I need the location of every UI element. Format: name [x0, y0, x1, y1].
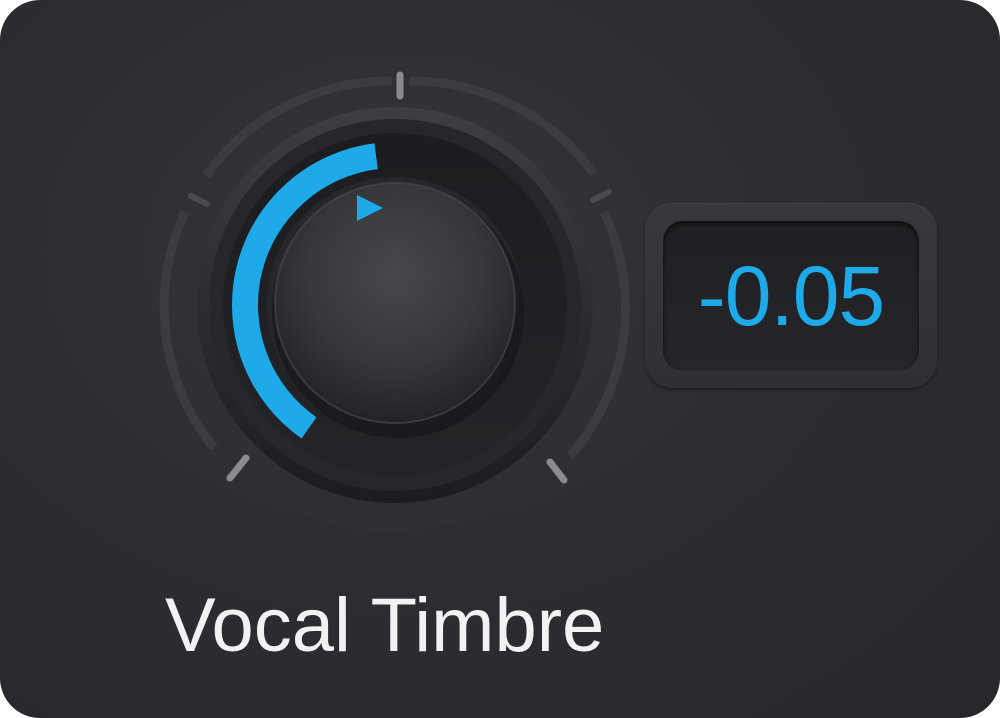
parameter-label: Vocal Timbre	[165, 583, 605, 668]
plugin-panel: -0.05 Vocal Timbre	[0, 0, 1000, 718]
value-display[interactable]: -0.05	[645, 203, 937, 388]
knob-cap[interactable]	[275, 183, 515, 423]
value-display-screen: -0.05	[663, 221, 919, 371]
value-readout: -0.05	[697, 249, 885, 343]
